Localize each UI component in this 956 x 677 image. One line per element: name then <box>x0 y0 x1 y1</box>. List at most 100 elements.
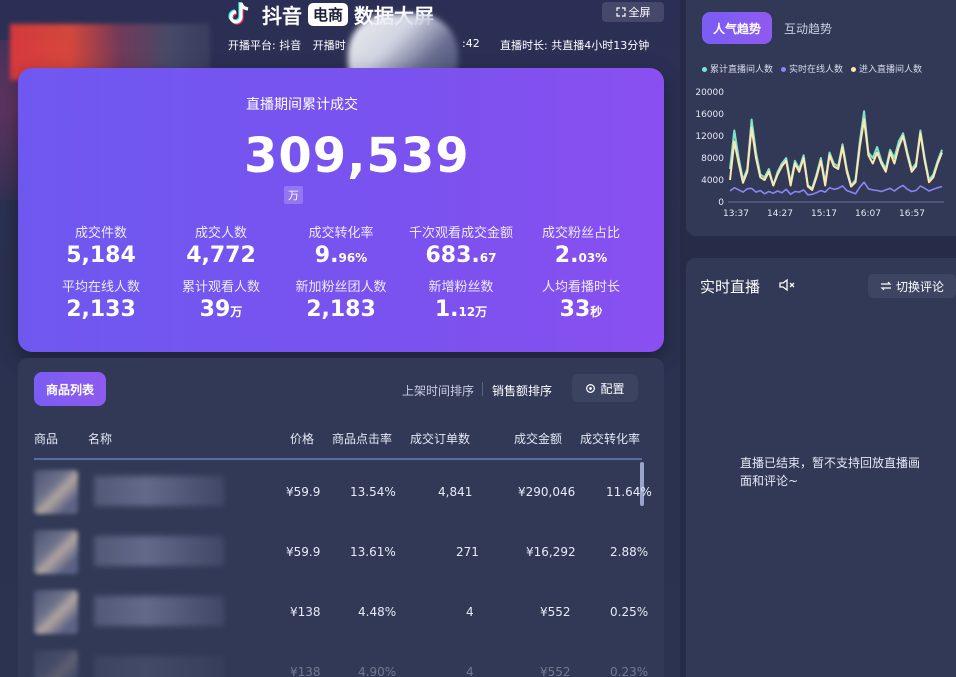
cell-orders: 4 <box>466 665 474 677</box>
cell-price: ¥59.9 <box>286 545 321 559</box>
metric-value: 39万 <box>199 297 243 322</box>
metric-fan-ratio: 成交粉丝占比 2.03% <box>516 222 646 268</box>
x-tick-label: 14:27 <box>767 209 793 219</box>
product-list-panel: 商品列表 上架时间排序 销售额排序 配置 商品 名称 价格 商品点击率 成交订单… <box>18 358 664 677</box>
metric-avg-online: 平均在线人数 2,133 <box>36 276 166 322</box>
cell-amount: ¥552 <box>540 605 571 619</box>
cell-price: ¥138 <box>290 665 321 677</box>
fullscreen-button[interactable]: 全屏 <box>602 2 664 22</box>
live-title: 实时直播 <box>700 278 761 296</box>
cell-ctr: 4.90% <box>358 665 397 677</box>
metric-label: 成交转化率 <box>308 226 374 241</box>
metric-label: 累计观看人数 <box>181 280 260 295</box>
trend-panel: 人气趋势 互动趋势 累计直播间人数 实时在线人数 进入直播间人数 0 4000 80… <box>686 0 956 236</box>
legend-item[interactable]: 累计直播间人数 <box>702 62 773 75</box>
table-row[interactable]: ¥59.9 13.61% 271 ¥16,292 2.88% <box>34 522 648 582</box>
metric-conversion-rate: 成交转化率 9.96% <box>276 222 406 268</box>
product-thumbnail <box>34 650 78 677</box>
mute-icon[interactable] <box>778 276 796 294</box>
tab-interaction-trend[interactable]: 互动趋势 <box>784 20 832 37</box>
cell-ctr: 13.61% <box>350 545 396 559</box>
cell-cvr: 2.88% <box>610 545 649 559</box>
metric-value: 33秒 <box>559 297 603 322</box>
config-label: 配置 <box>600 381 625 396</box>
metric-label: 新增粉丝数 <box>428 280 494 295</box>
cell-amount: ¥290,046 <box>518 485 576 499</box>
product-thumbnail <box>34 530 78 574</box>
table-row[interactable]: ¥138 4.90% 4 ¥552 0.23% <box>34 642 648 677</box>
col-ctr: 商品点击率 <box>332 432 393 446</box>
metric-gpm: 千次观看成交金额 683.67 <box>396 222 526 268</box>
col-cvr: 成交转化率 <box>580 432 641 446</box>
metric-label: 成交件数 <box>74 226 127 241</box>
y-tick-label: 4000 <box>701 176 724 186</box>
cell-cvr: 11.64% <box>606 485 652 499</box>
live-meta: 开播平台: 抖音 开播时 <box>228 37 354 53</box>
live-panel: 实时直播 切换评论 直播已结束，暂不支持回放直播画面和评论~ <box>686 258 956 677</box>
switch-comments-button[interactable]: 切换评论 <box>868 274 956 298</box>
tab-popularity-trend[interactable]: 人气趋势 <box>702 12 772 44</box>
sort-by-listing-time[interactable]: 上架时间排序 <box>402 382 474 399</box>
metric-label: 人均看播时长 <box>541 280 620 295</box>
duration-text: 直播时长: 共直播4小时13分钟 <box>500 39 650 52</box>
sort-by-sales[interactable]: 销售额排序 <box>492 382 552 399</box>
y-tick-label: 16000 <box>695 110 724 120</box>
y-tick-label: 20000 <box>695 88 724 98</box>
col-product: 商品 <box>34 432 59 446</box>
expand-icon <box>615 7 626 17</box>
metric-items-sold: 成交件数 5,184 <box>36 222 166 268</box>
start-time-tail: :42 <box>462 37 480 50</box>
table-row[interactable]: ¥59.9 13.54% 4,841 ¥290,046 11.64% <box>34 462 652 522</box>
cell-amount: ¥552 <box>540 665 571 677</box>
y-tick-label: 0 <box>718 198 724 208</box>
metric-value: 2,133 <box>66 297 136 322</box>
brand-name: 抖音 <box>262 3 302 28</box>
series-line-1 <box>729 181 943 196</box>
product-thumbnail <box>34 470 78 514</box>
x-tick-label: 16:57 <box>899 209 925 219</box>
stats-card: 直播期间累计成交 309,539 万 成交件数 5,184 成交人数 4,772… <box>18 68 664 352</box>
swap-icon <box>880 281 892 291</box>
y-tick-label: 12000 <box>695 132 724 142</box>
sort-divider <box>482 382 483 396</box>
x-tick-label: 13:37 <box>723 209 749 219</box>
start-time-text: 开播时 <box>312 39 346 52</box>
platform-text: 开播平台: 抖音 <box>228 39 302 52</box>
cell-orders: 271 <box>456 545 479 559</box>
table-row[interactable]: ¥138 4.48% 4 ¥552 0.25% <box>34 582 648 642</box>
metric-value: 5,184 <box>66 243 136 268</box>
metric-avg-watch-time: 人均看播时长 33秒 <box>516 276 646 322</box>
metric-value: 1.12万 <box>434 297 488 322</box>
metric-value: 4,772 <box>186 243 256 268</box>
x-tick-label: 16:07 <box>855 209 881 219</box>
legend-item[interactable]: 实时在线人数 <box>781 62 843 75</box>
tab-product-list[interactable]: 商品列表 <box>34 372 106 406</box>
cell-price: ¥138 <box>290 605 321 619</box>
legend-item[interactable]: 进入直播间人数 <box>851 62 922 75</box>
x-tick-label: 15:17 <box>811 209 837 219</box>
cell-orders: 4 <box>466 605 474 619</box>
cell-ctr: 4.48% <box>358 605 397 619</box>
switch-label: 切换评论 <box>895 279 944 294</box>
metric-label: 千次观看成交金额 <box>408 226 513 241</box>
config-button[interactable]: 配置 <box>572 374 638 402</box>
fullscreen-label: 全屏 <box>628 6 651 19</box>
product-name-blurred <box>94 476 224 506</box>
table-header: 商品 名称 价格 商品点击率 成交订单数 成交金额 成交转化率 <box>34 430 644 450</box>
metric-label: 成交人数 <box>194 226 247 241</box>
product-name-blurred <box>94 656 224 677</box>
col-price: 价格 <box>290 432 315 446</box>
metric-label: 新加粉丝团人数 <box>295 280 387 295</box>
live-ended-message: 直播已结束，暂不支持回放直播画面和评论~ <box>740 456 921 488</box>
series-line-2 <box>729 118 943 191</box>
metric-value: 683.67 <box>425 243 497 268</box>
metric-new-followers: 新增粉丝数 1.12万 <box>396 276 526 322</box>
douyin-logo-icon <box>228 2 249 25</box>
header-underline <box>34 458 642 460</box>
stats-title: 直播期间累计成交 <box>246 97 358 113</box>
metric-new-fan-club: 新加粉丝团人数 2,183 <box>276 276 406 322</box>
chart-legend: 累计直播间人数 实时在线人数 进入直播间人数 <box>702 62 922 75</box>
cell-cvr: 0.25% <box>610 605 649 619</box>
product-name-blurred <box>94 596 224 626</box>
ecom-badge: 电商 <box>308 2 349 26</box>
